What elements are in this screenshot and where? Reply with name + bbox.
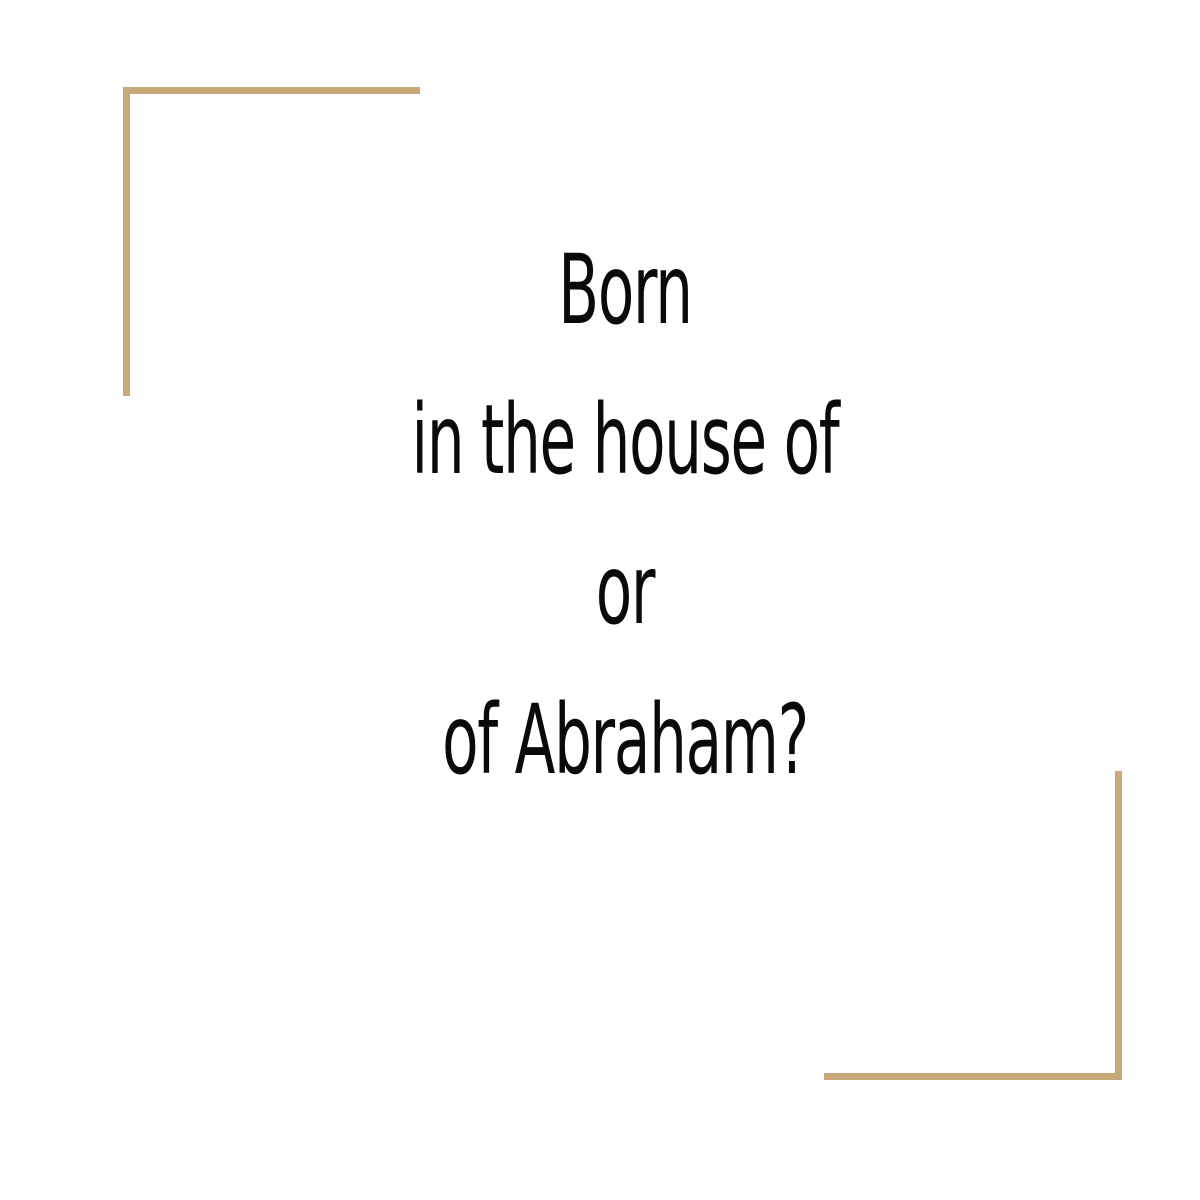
quote-text: Born in the house of or of Abraham?	[250, 215, 1000, 815]
quote-line-2: in the house of	[411, 384, 840, 496]
quote-line-1: Born	[558, 234, 693, 346]
quote-line-3: or	[595, 534, 656, 646]
quote-card: Born in the house of or of Abraham?	[0, 0, 1200, 1200]
bottom-right-corner-bracket	[824, 771, 1122, 1080]
quote-line-4: of Abraham?	[442, 684, 809, 796]
